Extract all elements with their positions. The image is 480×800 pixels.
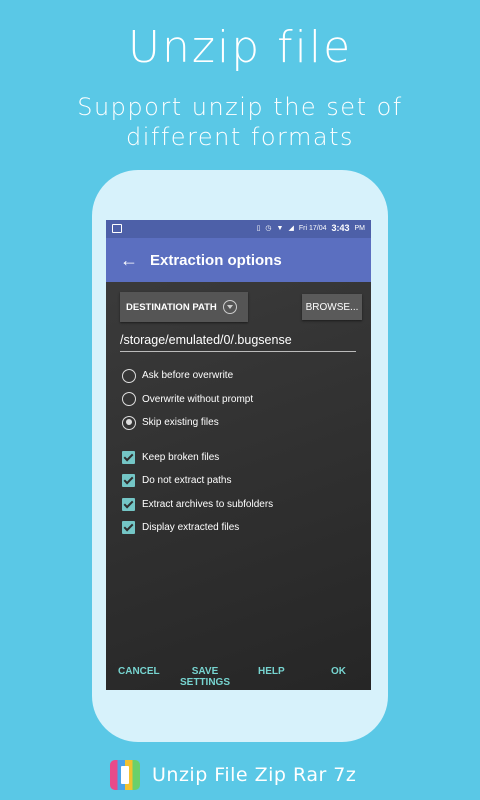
status-ampm: PM (354, 224, 366, 232)
checkbox-checked[interactable] (122, 521, 135, 535)
dialog-actions: CANCEL SAVE SETTINGS HELP OK (106, 664, 371, 690)
promo-subline: Support unzip the set of different forma… (0, 92, 480, 152)
checkbox-do-not-extract-paths[interactable]: Do not extract paths (120, 469, 360, 493)
promo-headline: Unzip file (127, 22, 353, 73)
checkbox-group: Keep broken files Do not extract paths E… (120, 446, 360, 540)
radio-overwrite-without-prompt[interactable]: Overwrite without prompt (120, 388, 360, 412)
save-settings-button[interactable]: SAVE SETTINGS (180, 666, 230, 688)
checkbox-checked[interactable] (122, 497, 135, 511)
browse-button[interactable]: BROWSE... (302, 294, 362, 320)
checkbox-checked[interactable] (122, 474, 135, 488)
app-name: Unzip File Zip Rar 7z (152, 764, 357, 786)
extraction-options-form: DESTINATION PATH BROWSE... /storage/emul… (120, 292, 362, 540)
save-settings-label-1: SAVE (191, 666, 219, 677)
phone-screen: ▯ ◷ ▼ ◢ Fri 17/04 3:43 PM ← Extraction o… (106, 220, 371, 690)
signal-icon: ◢ (288, 225, 294, 232)
radio-label: Overwrite without prompt (142, 393, 254, 405)
radio-label: Skip existing files (142, 417, 219, 429)
app-toolbar: ← Extraction options (106, 238, 371, 282)
destination-path-label: DESTINATION PATH (126, 301, 217, 313)
app-logo-icon (110, 760, 140, 790)
radio-button[interactable] (122, 392, 136, 407)
status-icons: ▯ ◷ ▼ ◢ Fri 17/04 3:43 PM (257, 223, 365, 233)
radio-label: Ask before overwrite (142, 370, 234, 382)
status-date: Fri 17/04 (298, 224, 327, 232)
status-bar: ▯ ◷ ▼ ◢ Fri 17/04 3:43 PM (106, 220, 371, 238)
toolbar-title: Extraction options (150, 251, 282, 269)
destination-path-dropdown[interactable]: DESTINATION PATH (120, 292, 248, 322)
radio-button[interactable] (122, 368, 136, 383)
radio-skip-existing-files[interactable]: Skip existing files (120, 411, 360, 435)
radio-button-selected[interactable] (122, 415, 136, 430)
checkbox-label: Display extracted files (142, 522, 240, 534)
vibrate-icon: ▯ (256, 225, 261, 232)
ok-button[interactable]: OK (331, 666, 346, 677)
checkbox-extract-to-subfolders[interactable]: Extract archives to subfolders (120, 493, 360, 517)
checkbox-keep-broken-files[interactable]: Keep broken files (120, 446, 360, 470)
image-icon (112, 224, 122, 233)
promo-subline-line-2: different formats (126, 123, 354, 151)
chevron-down-icon (222, 300, 237, 314)
checkbox-checked[interactable] (122, 450, 135, 464)
destination-row: DESTINATION PATH BROWSE... (120, 292, 362, 322)
alarm-icon: ◷ (265, 225, 272, 232)
save-settings-label-2: SETTINGS (180, 677, 231, 688)
checkbox-label: Extract archives to subfolders (142, 498, 274, 510)
app-footer: Unzip File Zip Rar 7z (110, 760, 356, 790)
checkbox-display-extracted-files[interactable]: Display extracted files (120, 516, 360, 540)
radio-ask-before-overwrite[interactable]: Ask before overwrite (120, 364, 360, 388)
promo-subline-line-1: Support unzip the set of (77, 93, 403, 121)
cancel-button[interactable]: CANCEL (118, 666, 160, 677)
wifi-icon: ▼ (276, 224, 284, 232)
back-arrow-icon[interactable]: ← (120, 251, 140, 269)
overwrite-radio-group: Ask before overwrite Overwrite without p… (120, 364, 360, 435)
checkbox-label: Do not extract paths (142, 475, 232, 487)
destination-path-field[interactable]: /storage/emulated/0/.bugsense (120, 328, 356, 352)
status-time: 3:43 (331, 223, 350, 233)
help-button[interactable]: HELP (258, 666, 285, 677)
checkbox-label: Keep broken files (142, 451, 220, 463)
